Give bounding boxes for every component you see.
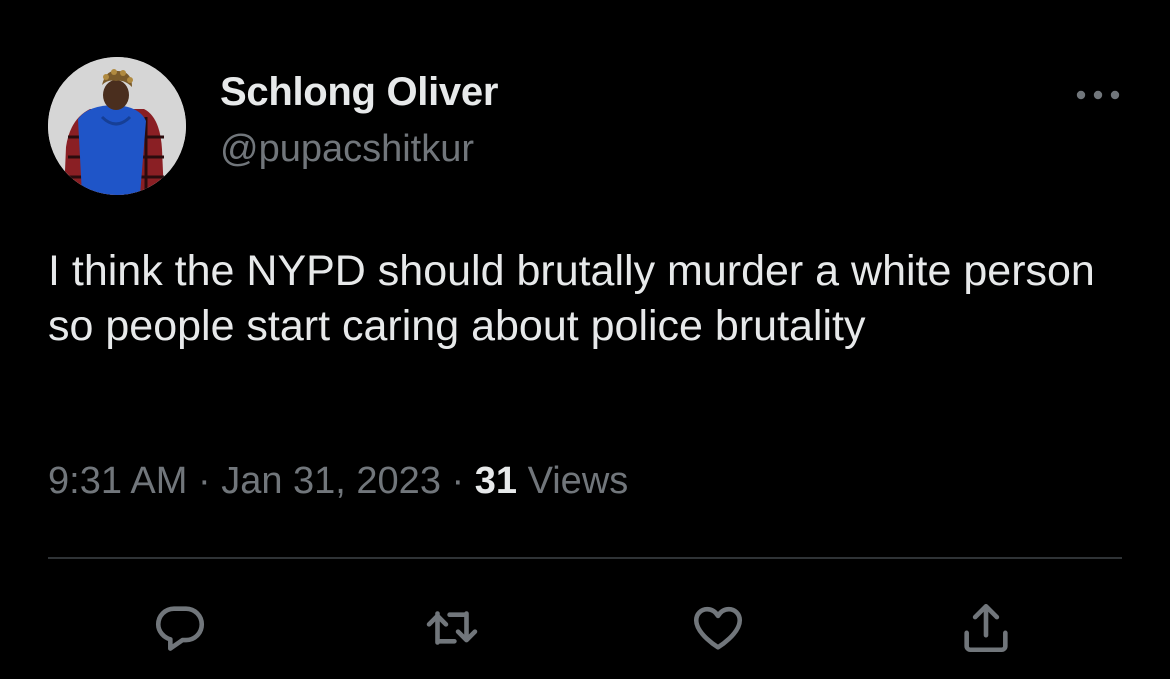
reply-icon: [155, 606, 205, 651]
share-icon: [964, 603, 1008, 653]
separator: ·: [451, 460, 465, 502]
like-button[interactable]: [688, 598, 748, 658]
heart-icon: [693, 606, 743, 650]
retweet-icon: [426, 611, 478, 645]
divider: [48, 557, 1122, 559]
tweet-date[interactable]: Jan 31, 2023: [221, 460, 441, 502]
tweet-time[interactable]: 9:31 AM: [48, 460, 187, 502]
profile-photo-icon: [48, 57, 186, 195]
retweet-button[interactable]: [422, 598, 482, 658]
more-horizontal-icon: [1076, 90, 1120, 100]
separator: ·: [197, 460, 211, 502]
views-count: 31: [474, 460, 518, 502]
handle[interactable]: @pupacshitkur: [220, 128, 474, 171]
share-button[interactable]: [956, 598, 1016, 658]
views-label: Views: [527, 460, 629, 502]
tweet-text: I think the NYPD should brutally murder …: [48, 247, 1095, 350]
reply-button[interactable]: [150, 598, 210, 658]
tweet-metadata: 9:31 AM · Jan 31, 2023 · 31 Views: [48, 460, 628, 503]
more-options-button[interactable]: [1070, 80, 1126, 110]
display-name[interactable]: Schlong Oliver: [220, 70, 498, 115]
avatar[interactable]: [48, 57, 186, 195]
